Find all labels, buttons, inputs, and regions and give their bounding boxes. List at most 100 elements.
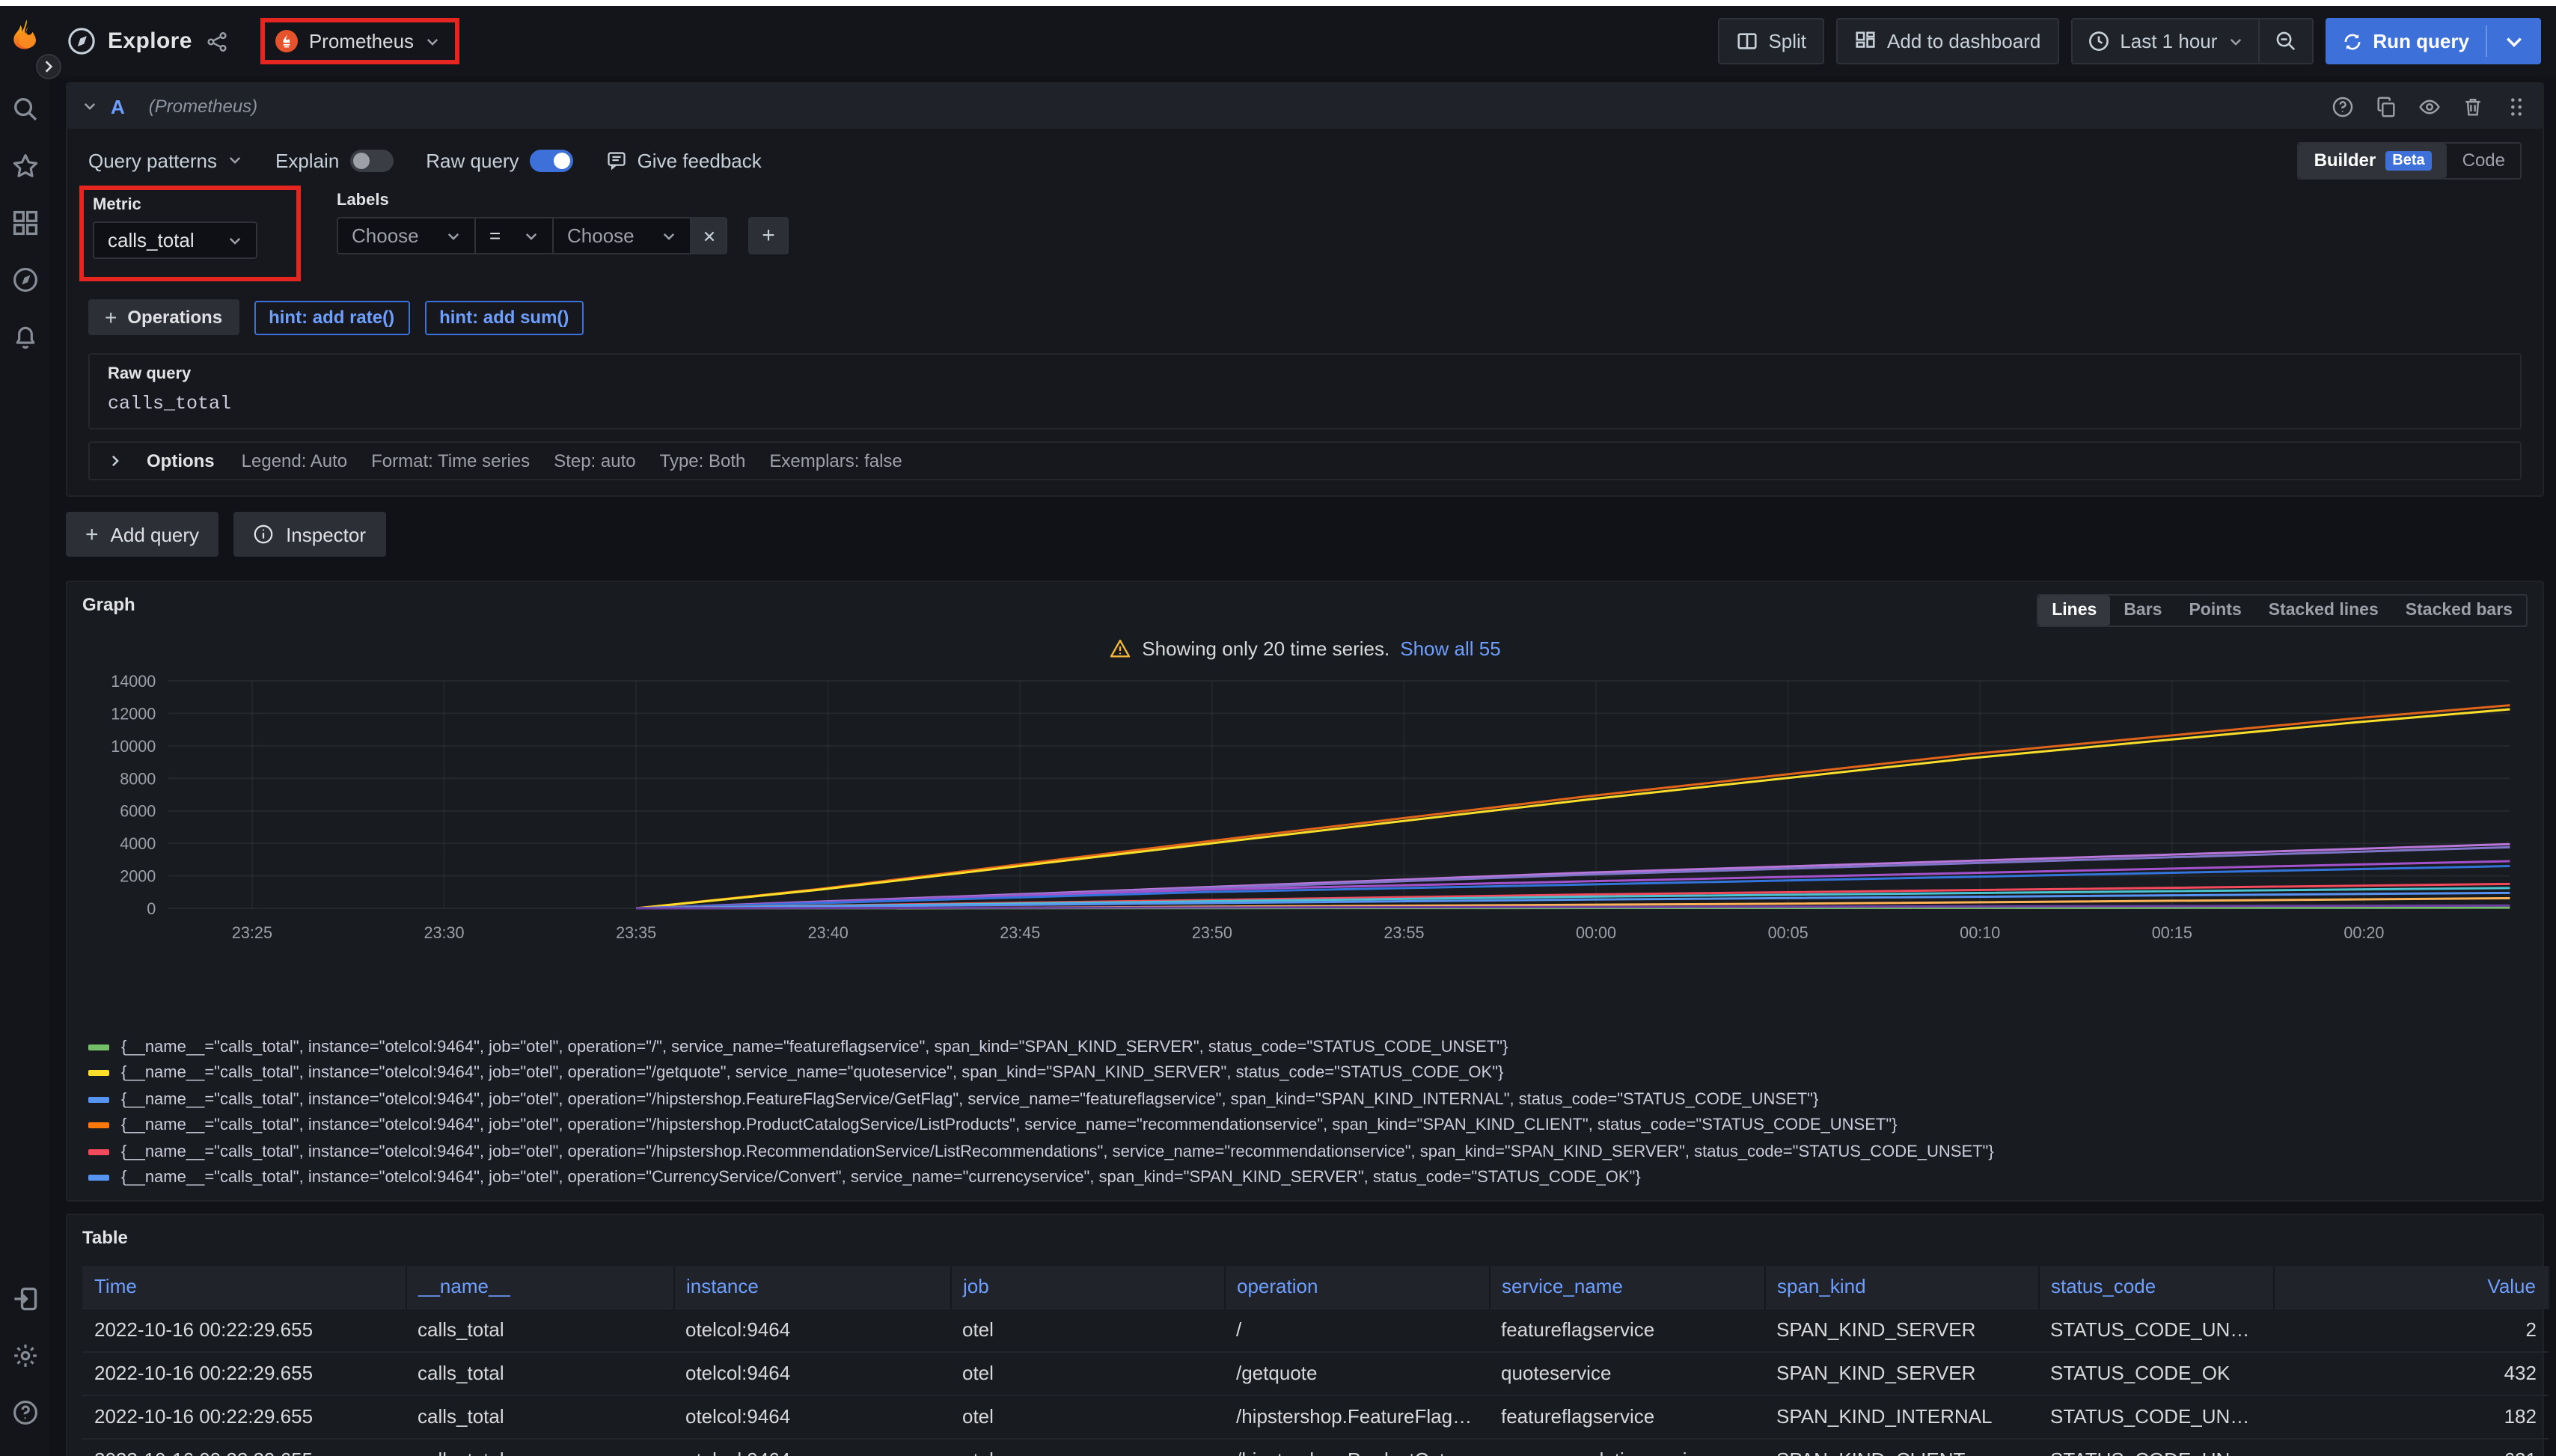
table-cell: 182: [2273, 1395, 2549, 1438]
search-icon[interactable]: [11, 96, 38, 123]
time-series-chart[interactable]: 0200040006000800010000120001400023:2523:…: [82, 666, 2528, 950]
table-row: 2022-10-16 00:22:29.655calls_totalotelco…: [82, 1438, 2549, 1456]
table-column-header-service-name[interactable]: service_name: [1489, 1266, 1764, 1308]
graph-panel: Graph LinesBarsPointsStacked linesStacke…: [66, 581, 2544, 1202]
table-cell: otel: [950, 1395, 1224, 1438]
time-range-picker[interactable]: Last 1 hour: [2072, 19, 2257, 63]
table-cell: otelcol:9464: [673, 1308, 950, 1351]
inspector-button[interactable]: Inspector: [233, 512, 385, 557]
show-all-series-link[interactable]: Show all 55: [1400, 637, 1500, 659]
dashboards-icon[interactable]: [11, 209, 38, 236]
prometheus-logo: [276, 30, 299, 52]
table-cell: STATUS_CODE_UNSET: [2038, 1308, 2273, 1351]
query-row-header[interactable]: A (Prometheus): [67, 84, 2543, 129]
hint-add-sum-button[interactable]: hint: add sum(): [424, 300, 584, 334]
alerting-bell-icon[interactable]: [11, 323, 38, 350]
query-options-collapsible[interactable]: Options Legend: Auto Format: Time series…: [88, 441, 2522, 480]
table-cell: STATUS_CODE_UNSET: [2038, 1395, 2273, 1438]
y-axis-tick-label: 2000: [120, 866, 156, 885]
operations-row: + Operations hint: add rate() hint: add …: [88, 299, 2522, 335]
starred-icon[interactable]: [11, 153, 38, 180]
metric-field-label: Metric: [93, 196, 257, 214]
legend-item[interactable]: {__name__="calls_total", instance="otelc…: [88, 1113, 2528, 1139]
graph-mode-bars[interactable]: Bars: [2110, 596, 2175, 625]
table-column-header-instance[interactable]: instance: [673, 1266, 950, 1308]
explain-toggle[interactable]: [349, 149, 393, 171]
help-icon[interactable]: [11, 1399, 38, 1426]
table-cell: otelcol:9464: [673, 1438, 950, 1456]
remove-label-filter-button[interactable]: [690, 217, 727, 254]
drag-handle-icon[interactable]: [2505, 95, 2528, 117]
add-to-dashboard-button[interactable]: Add to dashboard: [1836, 18, 2058, 64]
close-icon: [701, 228, 716, 243]
table-panel-title: Table: [82, 1227, 2528, 1254]
split-label: Split: [1768, 30, 1806, 52]
builder-mode-button[interactable]: Builder Beta: [2299, 143, 2448, 177]
graph-mode-lines[interactable]: Lines: [2038, 596, 2110, 625]
table-column-header-span-kind[interactable]: span_kind: [1764, 1266, 2038, 1308]
chevron-down-icon: [227, 233, 242, 248]
option-exemplars: Exemplars: false: [769, 450, 902, 471]
share-icon[interactable]: [207, 31, 228, 52]
x-axis-tick-label: 23:40: [808, 923, 849, 942]
table-cell: otel: [950, 1438, 1224, 1456]
legend-item[interactable]: {__name__="calls_total", instance="otelc…: [88, 1086, 2528, 1113]
label-operator-select[interactable]: =: [474, 217, 552, 254]
add-label-filter-button[interactable]: +: [748, 217, 789, 254]
explore-compass-icon[interactable]: [11, 266, 38, 293]
y-axis-tick-label: 6000: [120, 802, 156, 821]
hide-response-eye-icon[interactable]: [2418, 95, 2441, 117]
table-column-header-value[interactable]: Value: [2273, 1266, 2549, 1308]
graph-mode-stacked-lines[interactable]: Stacked lines: [2255, 596, 2392, 625]
sidebar-expand-button[interactable]: [36, 54, 61, 79]
hint-add-rate-label: hint: add rate(): [269, 307, 394, 328]
table-column-header-job[interactable]: job: [950, 1266, 1224, 1308]
split-button[interactable]: Split: [1717, 18, 1824, 64]
run-query-sync-icon: [2341, 31, 2362, 52]
legend-item[interactable]: {__name__="calls_total", instance="otelc…: [88, 1139, 2528, 1165]
table-column-header-operation[interactable]: operation: [1224, 1266, 1489, 1308]
hint-add-rate-button[interactable]: hint: add rate(): [254, 300, 409, 334]
datasource-picker[interactable]: Prometheus: [276, 30, 439, 52]
graph-mode-stacked-bars[interactable]: Stacked bars: [2392, 596, 2526, 625]
x-axis-tick-label: 00:10: [1960, 923, 2000, 942]
raw-query-toggle[interactable]: [530, 149, 573, 171]
table-column-header-time[interactable]: Time: [82, 1266, 406, 1308]
table-column-header-status-code[interactable]: status_code: [2038, 1266, 2273, 1308]
chevron-down-icon: [82, 99, 97, 114]
query-ref-id[interactable]: A: [111, 95, 125, 117]
zoom-out-time-button[interactable]: [2259, 19, 2311, 63]
graph-mode-points[interactable]: Points: [2175, 596, 2254, 625]
feedback-comment-icon: [606, 150, 627, 171]
copy-query-icon[interactable]: [2375, 95, 2397, 117]
gear-icon[interactable]: [11, 1342, 38, 1369]
legend-series-swatch: [88, 1044, 109, 1050]
label-value-select[interactable]: Choose: [552, 217, 690, 254]
sign-in-icon[interactable]: [11, 1285, 38, 1312]
legend-series-swatch: [88, 1123, 109, 1129]
table-column-header---name--[interactable]: __name__: [406, 1266, 673, 1308]
x-axis-tick-label: 23:50: [1192, 923, 1232, 942]
legend-item[interactable]: {__name__="calls_total", instance="otelc…: [88, 1165, 2528, 1188]
query-patterns-dropdown[interactable]: Query patterns: [88, 149, 242, 171]
legend-series-label: {__name__="calls_total", instance="otelc…: [121, 1039, 1508, 1056]
add-query-button[interactable]: + Add query: [66, 512, 218, 557]
run-query-dropdown[interactable]: [2487, 18, 2541, 64]
y-axis-tick-label: 0: [147, 899, 156, 918]
raw-query-label: Raw query: [108, 365, 2502, 383]
grafana-logo[interactable]: [7, 18, 43, 54]
remove-query-trash-icon[interactable]: [2462, 95, 2484, 117]
query-help-icon[interactable]: [2332, 95, 2354, 117]
legend-item[interactable]: {__name__="calls_total", instance="otelc…: [88, 1060, 2528, 1086]
graph-panel-title: Graph: [82, 594, 135, 615]
y-axis-tick-label: 4000: [120, 834, 156, 853]
add-operation-button[interactable]: + Operations: [88, 299, 239, 335]
table-cell: /hipstershop.FeatureFlagServi...: [1224, 1395, 1489, 1438]
give-feedback-link[interactable]: Give feedback: [606, 149, 762, 171]
label-name-select[interactable]: Choose: [337, 217, 474, 254]
table-cell: /getquote: [1224, 1351, 1489, 1395]
run-query-button[interactable]: Run query: [2325, 18, 2486, 64]
metric-select[interactable]: calls_total: [93, 221, 257, 259]
code-mode-button[interactable]: Code: [2448, 143, 2520, 177]
legend-item[interactable]: {__name__="calls_total", instance="otelc…: [88, 1034, 2528, 1060]
